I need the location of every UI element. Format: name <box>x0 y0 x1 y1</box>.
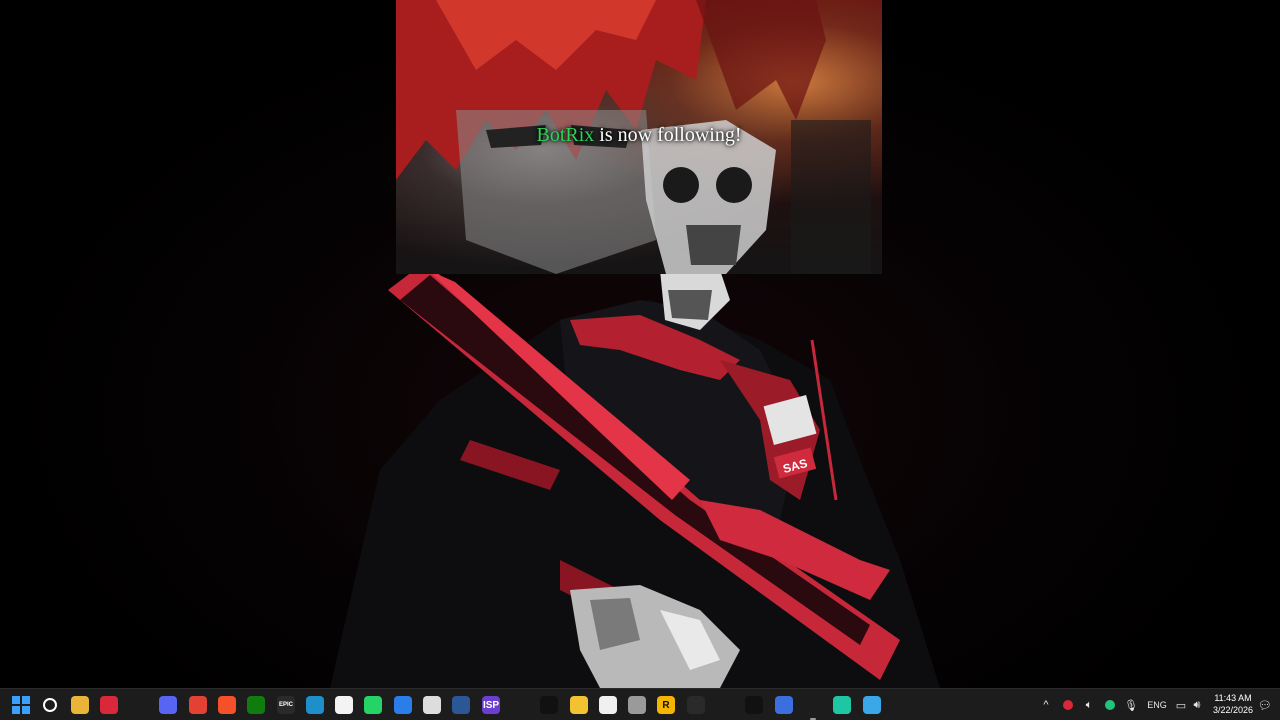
tray-app-green-icon[interactable] <box>1102 695 1118 715</box>
microphone-icon[interactable]: 🎙︎ <box>1123 695 1139 715</box>
alert-username: BotRix <box>536 124 595 146</box>
app-gold-wing-icon[interactable] <box>713 693 737 717</box>
app-black-icon-glyph <box>540 696 558 714</box>
app-white-square-icon[interactable] <box>772 693 796 717</box>
notifications-icon[interactable]: 💬︎ <box>1258 695 1272 715</box>
isp-icon[interactable]: ISP <box>479 693 503 717</box>
app-white-square-icon-glyph <box>775 696 793 714</box>
app-red-icon-glyph <box>100 696 118 714</box>
app-light-blue-icon[interactable] <box>860 693 884 717</box>
xbox-icon-glyph <box>247 696 265 714</box>
capcut-icon[interactable] <box>742 693 766 717</box>
app-white-cube-icon-glyph <box>599 696 617 714</box>
edge-icon-glyph <box>306 696 324 714</box>
microsoft-store-icon[interactable] <box>332 693 356 717</box>
clock-time: 11:43 AM <box>1214 693 1252 703</box>
obs-icon[interactable] <box>420 693 444 717</box>
app-red-icon[interactable] <box>97 693 121 717</box>
app-gold-wing-icon-glyph <box>716 696 734 714</box>
microsoft-store-icon-glyph <box>335 696 353 714</box>
app-gold-icon[interactable] <box>508 693 532 717</box>
speaker-icon[interactable]: 🔈︎ <box>1081 695 1097 715</box>
taskbar: EPIC ISP R ^ 🔈︎ 🎙︎ ENG ▭ 🔊︎ 11:43 AM 3/22/… <box>0 688 1280 720</box>
app-white-cube-icon[interactable] <box>596 693 620 717</box>
windows-start-icon[interactable] <box>9 693 33 717</box>
chrome-icon-glyph <box>189 696 207 714</box>
search-icon-glyph <box>43 698 57 712</box>
edge-icon[interactable] <box>303 693 327 717</box>
unity-icon-glyph <box>687 696 705 714</box>
isp-icon-glyph: ISP <box>482 696 500 714</box>
app-light-blue-icon-glyph <box>863 696 881 714</box>
network-icon[interactable]: ▭ <box>1174 695 1188 715</box>
app-black-icon[interactable] <box>537 693 561 717</box>
epic-games-icon[interactable]: EPIC <box>274 693 298 717</box>
brave-icon[interactable] <box>215 693 239 717</box>
discord-icon-glyph <box>159 696 177 714</box>
windows-start-icon-glyph <box>12 696 30 714</box>
app-circle-outline-icon-glyph <box>804 696 822 714</box>
epic-games-icon-glyph: EPIC <box>277 696 295 714</box>
whatsapp-icon-glyph <box>364 696 382 714</box>
unity-icon[interactable] <box>684 693 708 717</box>
follower-alert-overlay: BotRix is now following! <box>396 0 882 274</box>
tray-app-red-icon[interactable] <box>1060 695 1076 715</box>
app-yellow-icon[interactable] <box>567 693 591 717</box>
app-teal-icon[interactable] <box>830 693 854 717</box>
file-explorer-icon[interactable] <box>68 693 92 717</box>
alert-message-text: is now following! <box>594 124 742 146</box>
alert-message: BotRix is now following! <box>396 124 882 147</box>
discord-icon[interactable] <box>156 693 180 717</box>
word-icon[interactable] <box>449 693 473 717</box>
brave-icon-glyph <box>218 696 236 714</box>
show-hidden-icons-chevron-icon[interactable]: ^ <box>1040 695 1052 715</box>
app-circle-outline-icon[interactable] <box>801 693 825 720</box>
clock[interactable]: 11:43 AM 3/22/2026 <box>1208 692 1258 716</box>
language-indicator[interactable]: ENG <box>1144 695 1170 715</box>
obs-icon-glyph <box>423 696 441 714</box>
steam-icon[interactable] <box>127 693 151 717</box>
rockstar-icon-glyph: R <box>657 696 675 714</box>
app-blue-circle-icon[interactable] <box>391 693 415 717</box>
chrome-icon[interactable] <box>186 693 210 717</box>
clock-date: 3/22/2026 <box>1212 705 1254 715</box>
app-teal-icon-glyph <box>833 696 851 714</box>
volume-icon[interactable]: 🔊︎ <box>1190 695 1204 715</box>
steam-icon-glyph <box>130 696 148 714</box>
app-blue-circle-icon-glyph <box>394 696 412 714</box>
rockstar-icon[interactable]: R <box>654 693 678 717</box>
word-icon-glyph <box>452 696 470 714</box>
xbox-icon[interactable] <box>244 693 268 717</box>
app-gray-stack-icon[interactable] <box>625 693 649 717</box>
file-explorer-icon-glyph <box>71 696 89 714</box>
app-gold-icon-glyph <box>511 696 529 714</box>
app-yellow-icon-glyph <box>570 696 588 714</box>
whatsapp-icon[interactable] <box>361 693 385 717</box>
search-icon[interactable] <box>38 693 62 717</box>
app-gray-stack-icon-glyph <box>628 696 646 714</box>
capcut-icon-glyph <box>745 696 763 714</box>
desktop: SAS BotRix is now following! <box>0 0 1280 688</box>
